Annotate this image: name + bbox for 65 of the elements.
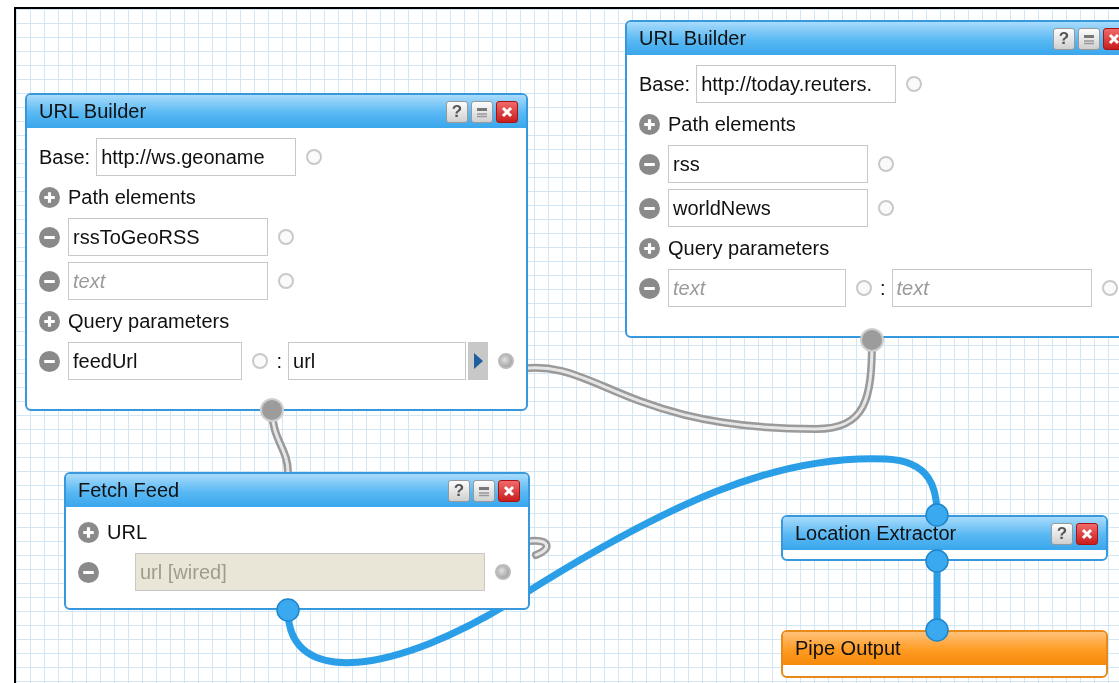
close-button[interactable] (1076, 522, 1098, 545)
remove-icon[interactable] (39, 226, 60, 248)
help-button[interactable]: ? (448, 479, 470, 502)
section-label: Query parameters (68, 309, 230, 333)
module-title: Location Extractor (795, 522, 957, 545)
help-button[interactable]: ? (446, 100, 468, 123)
close-button[interactable] (496, 100, 518, 123)
minimize-icon (476, 105, 488, 118)
add-icon[interactable] (639, 113, 660, 135)
field-label: Base: (639, 72, 691, 96)
separator-text: : (880, 276, 886, 300)
minimize-button[interactable] (1078, 27, 1100, 50)
module-title: Fetch Feed (78, 479, 180, 502)
connector-port[interactable] (860, 328, 884, 352)
minimize-button[interactable] (471, 100, 493, 123)
add-icon[interactable] (39, 310, 60, 332)
remove-icon[interactable] (639, 277, 660, 299)
module-title: Pipe Output (795, 637, 901, 660)
separator-text: : (276, 349, 283, 373)
title-bar[interactable]: Fetch Feed ? (66, 474, 528, 507)
minimize-icon (478, 484, 490, 497)
title-bar[interactable]: Pipe Output (783, 632, 1106, 665)
minimize-icon (1083, 32, 1095, 45)
title-bar[interactable]: Location Extractor ? (783, 517, 1106, 550)
close-button[interactable] (498, 479, 520, 502)
connector-port[interactable] (925, 618, 949, 642)
module-title: URL Builder (639, 27, 747, 50)
help-button[interactable]: ? (1053, 27, 1075, 50)
text-field[interactable]: rssToGeoRSS (68, 218, 268, 256)
close-icon (503, 484, 515, 497)
connector-port[interactable] (925, 549, 949, 573)
title-bar[interactable]: URL Builder ? (27, 95, 526, 128)
connector-port[interactable] (260, 398, 284, 422)
close-icon (1081, 527, 1093, 540)
connector-port[interactable] (276, 598, 300, 622)
connector-port[interactable] (925, 503, 949, 527)
remove-icon[interactable] (78, 561, 99, 583)
caret-icon (473, 353, 483, 369)
text-field[interactable]: rss (668, 145, 868, 183)
text-field[interactable]: worldNews (668, 189, 868, 227)
connector-port[interactable] (498, 353, 514, 369)
close-icon (501, 105, 513, 118)
section-label: URL (107, 520, 147, 544)
section-label: Path elements (68, 185, 196, 209)
close-button[interactable] (1103, 27, 1119, 50)
remove-icon[interactable] (639, 153, 660, 175)
close-icon (1108, 32, 1119, 45)
remove-icon[interactable] (39, 350, 60, 372)
expand-button[interactable] (468, 342, 488, 380)
title-bar[interactable]: URL Builder ? (627, 22, 1119, 55)
remove-icon[interactable] (39, 270, 60, 292)
section-label: Path elements (668, 112, 796, 136)
text-field[interactable]: http://today.reuters. (696, 65, 897, 103)
minimize-button[interactable] (473, 479, 495, 502)
text-field[interactable]: feedUrl (68, 342, 243, 380)
text-field[interactable]: http://ws.geoname (96, 138, 297, 176)
help-button[interactable]: ? (1051, 522, 1073, 545)
section-label: Query parameters (668, 236, 830, 260)
remove-icon[interactable] (639, 197, 660, 219)
add-icon[interactable] (78, 521, 99, 543)
add-icon[interactable] (39, 186, 60, 208)
field-label: Base: (39, 145, 91, 169)
text-field[interactable]: url (288, 342, 467, 380)
add-icon[interactable] (639, 237, 660, 259)
module-title: URL Builder (39, 100, 147, 123)
